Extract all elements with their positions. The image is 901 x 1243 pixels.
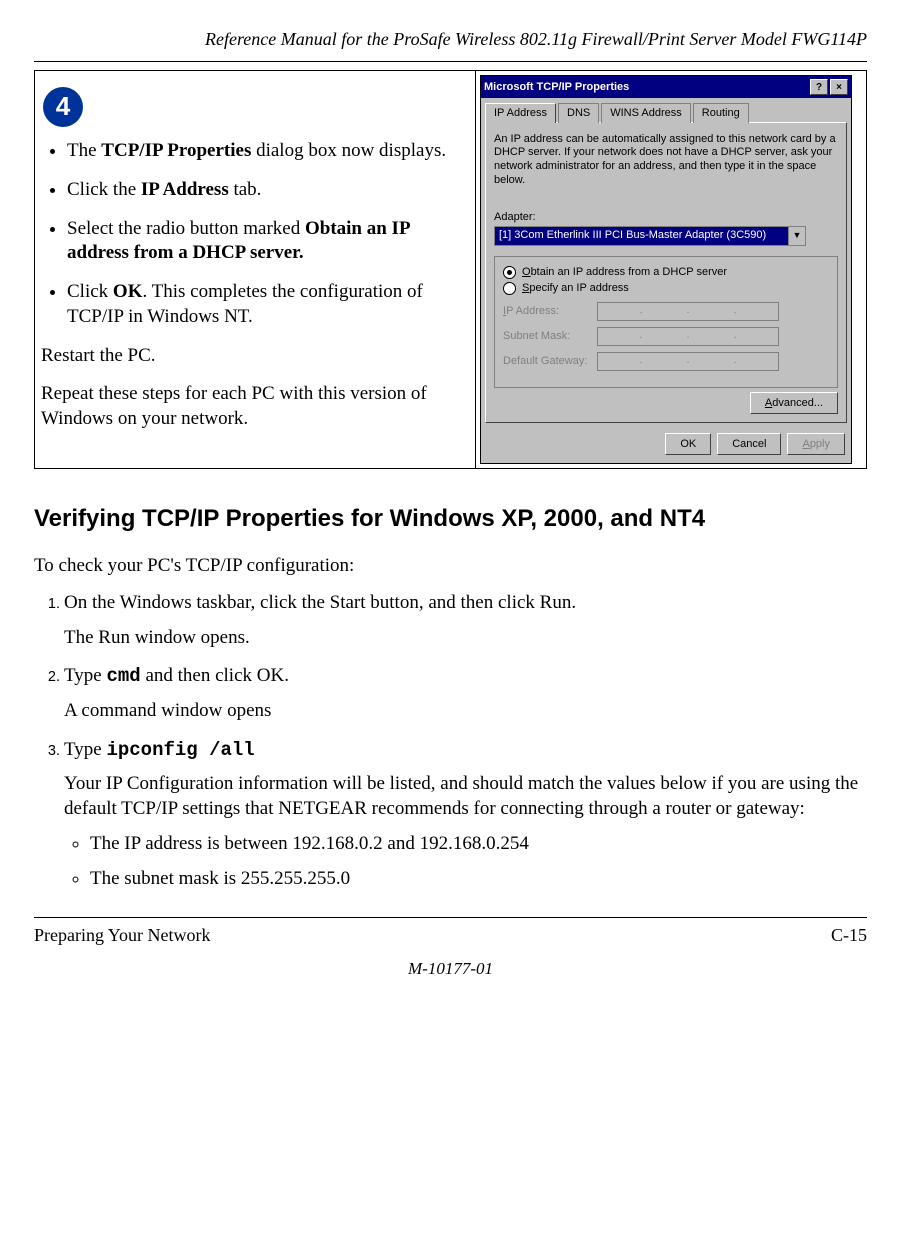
tab-routing[interactable]: Routing <box>693 103 749 122</box>
radio-obtain-dhcp[interactable]: Obtain an IP address from a DHCP server <box>503 265 829 279</box>
bold-text: OK <box>113 281 143 302</box>
command-text: cmd <box>106 665 140 687</box>
text: Select the radio button marked <box>67 218 305 239</box>
document-header: Reference Manual for the ProSafe Wireles… <box>34 28 867 51</box>
footer-center: M-10177-01 <box>34 958 867 980</box>
footer-right: C-15 <box>831 924 867 947</box>
dialog-button-row: OK Cancel Apply <box>481 427 851 463</box>
ip-address-label: IP Address: <box>503 304 597 318</box>
bold-text: IP Address <box>141 179 229 200</box>
text: Type <box>64 739 106 760</box>
dialog-title: Microsoft TCP/IP Properties <box>484 80 808 94</box>
adapter-value: [1] 3Com Etherlink III PCI Bus-Master Ad… <box>495 227 788 245</box>
header-rule <box>34 61 867 62</box>
tab-dns[interactable]: DNS <box>558 103 599 122</box>
close-button[interactable]: × <box>830 79 848 95</box>
instruction-table: 4 The TCP/IP Properties dialog box now d… <box>34 70 867 469</box>
screenshot-cell: Microsoft TCP/IP Properties ? × IP Addre… <box>476 71 866 468</box>
tab-wins[interactable]: WINS Address <box>601 103 691 122</box>
step-text: On the Windows taskbar, click the Start … <box>64 592 576 613</box>
command-text: ipconfig /all <box>106 739 254 761</box>
step-3: Type ipconfig /all Your IP Configuration… <box>64 738 867 891</box>
underline-char: O <box>522 266 531 278</box>
radio-icon <box>503 282 516 295</box>
step-3-subbullets: The IP address is between 192.168.0.2 an… <box>64 832 867 891</box>
radio-label: btain an IP address from a DHCP server <box>531 266 727 278</box>
tab-ip-address[interactable]: IP Address <box>485 103 556 122</box>
footer-left: Preparing Your Network <box>34 924 210 947</box>
section-heading: Verifying TCP/IP Properties for Windows … <box>34 503 867 534</box>
radio-label: pecify an IP address <box>529 282 628 294</box>
step-subtext: The Run window opens. <box>64 626 867 651</box>
footer-rule: Preparing Your Network C-15 M-10177-01 <box>34 917 867 979</box>
radio-specify-ip[interactable]: Specify an IP address <box>503 281 829 295</box>
ip-address-row: IP Address: ... <box>503 302 829 321</box>
bullet-1: The TCP/IP Properties dialog box now dis… <box>67 139 469 164</box>
text: The <box>67 140 101 161</box>
ip-address-input: ... <box>597 302 779 321</box>
adapter-label: Adapter: <box>494 210 838 224</box>
steps-list: On the Windows taskbar, click the Start … <box>34 591 867 891</box>
subbullet-ip: The IP address is between 192.168.0.2 an… <box>90 832 867 857</box>
gateway-row: Default Gateway: ... <box>503 352 829 371</box>
gateway-label: Default Gateway: <box>503 354 597 368</box>
intro-text: To check your PC's TCP/IP configuration: <box>34 554 867 579</box>
subnet-mask-row: Subnet Mask: ... <box>503 327 829 346</box>
subnet-mask-input: ... <box>597 327 779 346</box>
repeat-paragraph: Repeat these steps for each PC with this… <box>41 382 469 431</box>
cancel-button[interactable]: Cancel <box>717 433 781 455</box>
bullet-4: Click OK. This completes the configurati… <box>67 280 469 329</box>
step-number-badge: 4 <box>43 87 83 127</box>
step-subtext: Your IP Configuration information will b… <box>64 772 867 821</box>
text: and then click OK. <box>141 665 289 686</box>
text: tab. <box>229 179 262 200</box>
ok-button[interactable]: OK <box>665 433 711 455</box>
restart-paragraph: Restart the PC. <box>41 344 469 369</box>
step-1: On the Windows taskbar, click the Start … <box>64 591 867 650</box>
radio-icon <box>503 266 516 279</box>
dialog-tabs: IP Address DNS WINS Address Routing <box>481 98 851 121</box>
footer-row: Preparing Your Network C-15 <box>34 924 867 947</box>
instruction-text-cell: 4 The TCP/IP Properties dialog box now d… <box>35 71 476 468</box>
bullet-3: Select the radio button marked Obtain an… <box>67 217 469 266</box>
adapter-dropdown[interactable]: [1] 3Com Etherlink III PCI Bus-Master Ad… <box>494 226 806 246</box>
help-button[interactable]: ? <box>810 79 828 95</box>
subbullet-mask: The subnet mask is 255.255.255.0 <box>90 867 867 892</box>
bold-text: TCP/IP Properties <box>101 140 251 161</box>
dropdown-arrow-icon[interactable]: ▼ <box>788 227 805 245</box>
instruction-bullets: The TCP/IP Properties dialog box now dis… <box>41 139 469 329</box>
step-subtext: A command window opens <box>64 699 867 724</box>
ip-mode-group: Obtain an IP address from a DHCP server … <box>494 256 838 388</box>
apply-button[interactable]: Apply <box>787 433 845 455</box>
text: Type <box>64 665 106 686</box>
tcpip-dialog: Microsoft TCP/IP Properties ? × IP Addre… <box>480 75 852 464</box>
text: dialog box now displays. <box>251 140 446 161</box>
bullet-2: Click the IP Address tab. <box>67 178 469 203</box>
subnet-mask-label: Subnet Mask: <box>503 329 597 343</box>
text: Click the <box>67 179 141 200</box>
gateway-input: ... <box>597 352 779 371</box>
text: Click <box>67 281 113 302</box>
dialog-titlebar: Microsoft TCP/IP Properties ? × <box>481 76 851 98</box>
advanced-button[interactable]: Advanced... <box>750 392 838 414</box>
step-2: Type cmd and then click OK. A command wi… <box>64 664 867 723</box>
dialog-description: An IP address can be automatically assig… <box>494 133 838 188</box>
dialog-panel: An IP address can be automatically assig… <box>485 122 847 423</box>
